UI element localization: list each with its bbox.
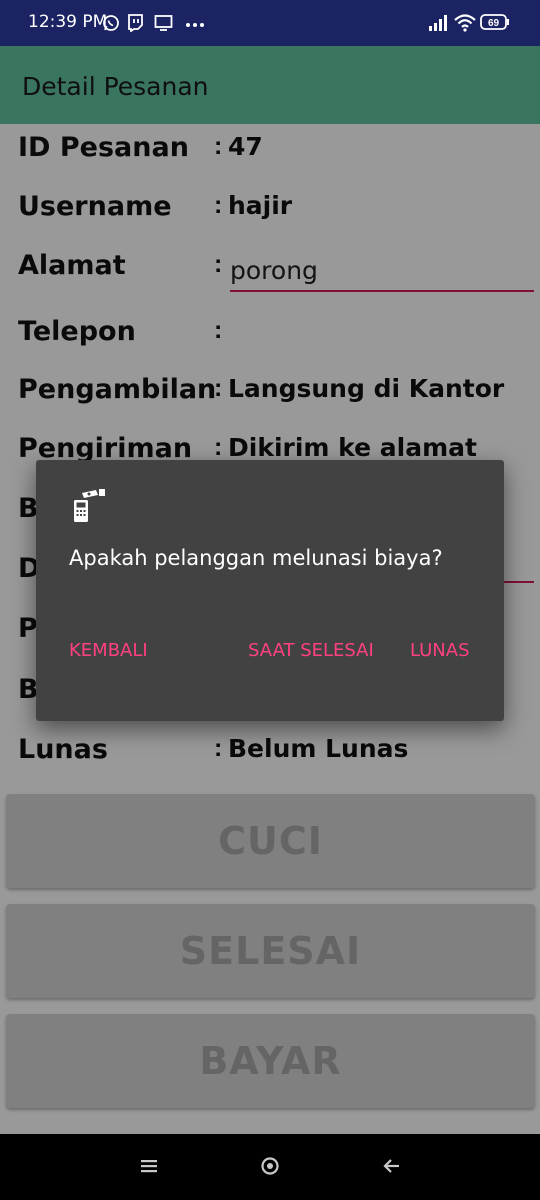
monitor-icon — [154, 14, 173, 37]
menu-icon[interactable] — [140, 1158, 158, 1179]
pay-later-button[interactable]: SAAT SELESAI — [248, 640, 374, 661]
twitch-icon — [127, 14, 144, 37]
signal-icon — [428, 14, 450, 37]
status-time: 12:39 PM — [28, 12, 108, 32]
status-bar: 12:39 PM 69 — [0, 0, 540, 46]
battery-level: 69 — [488, 18, 500, 29]
system-nav-bar — [0, 1134, 540, 1200]
whatsapp-icon — [102, 14, 120, 37]
payment-dialog: Apakah pelanggan melunasi biaya? KEMBALI… — [36, 460, 504, 721]
home-icon[interactable] — [260, 1156, 280, 1181]
paid-button[interactable]: LUNAS — [410, 640, 470, 661]
back-button[interactable]: KEMBALI — [69, 640, 148, 661]
cash-register-icon — [72, 488, 110, 533]
more-dots-icon — [185, 16, 205, 34]
dialog-message: Apakah pelanggan melunasi biaya? — [69, 546, 443, 570]
battery-icon: 69 — [480, 13, 510, 36]
back-icon[interactable] — [382, 1156, 402, 1181]
wifi-icon — [454, 14, 476, 37]
